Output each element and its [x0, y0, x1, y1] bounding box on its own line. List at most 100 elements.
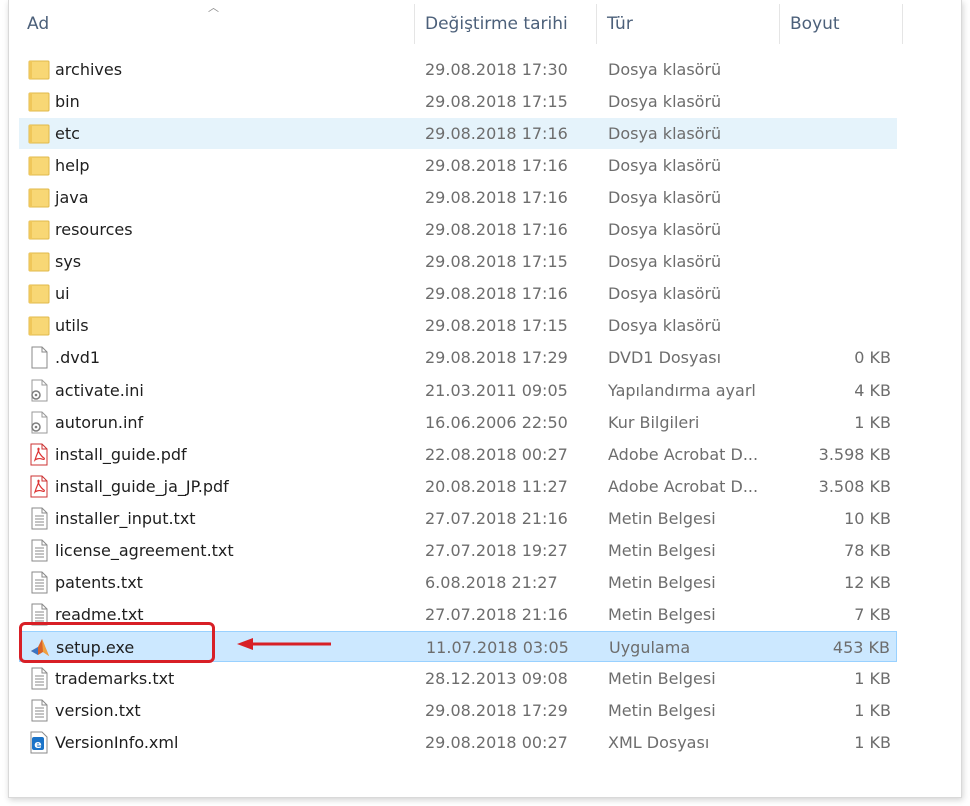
column-header-name[interactable]: Ad [27, 0, 49, 48]
file-name: install_guide_ja_JP.pdf [55, 476, 229, 496]
file-size: 3.508 KB [818, 476, 891, 496]
file-row[interactable]: java 29.08.2018 17:16 Dosya klasörü [19, 182, 897, 213]
blank-file-icon [28, 346, 50, 369]
file-type: DVD1 Dosyası [608, 348, 722, 368]
file-modified-date: 27.07.2018 19:27 [425, 540, 568, 560]
file-row[interactable]: .dvd1 29.08.2018 17:29 DVD1 Dosyası 0 KB [19, 342, 897, 373]
column-header-type[interactable]: Tür [607, 0, 633, 48]
text-file-icon [28, 507, 50, 530]
file-modified-date: 29.08.2018 00:27 [425, 733, 568, 753]
file-row[interactable]: installer_input.txt 27.07.2018 21:16 Metin… [19, 503, 897, 534]
folder-icon [28, 314, 50, 337]
file-type: Dosya klasörü [608, 156, 722, 176]
sort-ascending-icon: ︿ [208, 1, 219, 14]
xml-file-icon: e [28, 731, 50, 754]
file-size: 453 KB [832, 637, 890, 657]
file-modified-date: 6.08.2018 21:27 [425, 572, 558, 592]
file-modified-date: 29.08.2018 17:30 [425, 60, 568, 79]
file-name: ui [55, 284, 70, 304]
file-modified-date: 29.08.2018 17:16 [425, 220, 568, 240]
file-name: etc [55, 124, 80, 144]
file-name: autorun.inf [55, 412, 144, 432]
folder-icon [28, 250, 50, 273]
file-modified-date: 11.07.2018 03:05 [426, 637, 569, 657]
file-name: license_agreement.txt [55, 540, 234, 560]
file-row[interactable]: e VersionInfo.xml 29.08.2018 00:27 XML Dosy… [19, 727, 897, 758]
file-explorer-window: Ad ︿ Değiştirme tarihi Tür Boyut archive… [8, 0, 962, 798]
file-name: trademarks.txt [55, 668, 175, 688]
file-name: help [55, 156, 90, 176]
file-name: utils [55, 316, 89, 336]
folder-icon [28, 186, 50, 209]
file-size: 3.598 KB [818, 444, 891, 464]
svg-text:e: e [34, 738, 41, 751]
text-file-icon [28, 571, 50, 594]
file-type: Metin Belgesi [608, 540, 716, 560]
file-name: activate.ini [55, 380, 144, 400]
file-row[interactable]: etc 29.08.2018 17:16 Dosya klasörü [19, 118, 897, 150]
text-file-icon [28, 539, 50, 562]
file-row[interactable]: resources 29.08.2018 17:16 Dosya klasörü [19, 214, 897, 245]
file-type: Dosya klasörü [608, 284, 722, 304]
file-row[interactable]: install_guide.pdf 22.08.2018 00:27 Adobe A… [19, 439, 897, 470]
file-row[interactable]: license_agreement.txt 27.07.2018 19:27 Met… [19, 535, 897, 566]
file-row[interactable]: sys 29.08.2018 17:15 Dosya klasörü [19, 246, 897, 277]
column-header-modified[interactable]: Değiştirme tarihi [425, 0, 568, 48]
file-modified-date: 29.08.2018 17:16 [425, 156, 568, 176]
annotation-highlight-box [19, 622, 215, 663]
text-file-icon [28, 699, 50, 722]
file-row[interactable]: ui 29.08.2018 17:16 Dosya klasörü [19, 278, 897, 309]
file-type: Metin Belgesi [608, 572, 716, 592]
column-divider[interactable] [902, 4, 903, 44]
file-row[interactable]: install_guide_ja_JP.pdf 20.08.2018 11:27 A… [19, 471, 897, 502]
file-size: 1 KB [854, 701, 891, 720]
file-size: 1 KB [854, 733, 891, 753]
annotation-arrow-icon [237, 638, 331, 650]
file-row[interactable]: autorun.inf 16.06.2006 22:50 Kur Bilgileri… [19, 407, 897, 438]
file-type: Uygulama [609, 637, 691, 657]
file-row[interactable]: activate.ini 21.03.2011 09:05 Yapılandırma… [19, 375, 897, 406]
file-type: Dosya klasörü [608, 92, 722, 112]
folder-icon [28, 122, 50, 145]
file-type: Kur Bilgileri [608, 412, 700, 432]
file-row[interactable]: utils 29.08.2018 17:15 Dosya klasörü [19, 310, 897, 341]
column-header-bar: Ad ︿ Değiştirme tarihi Tür Boyut [9, 0, 961, 48]
file-row[interactable]: patents.txt 6.08.2018 21:27 Metin Belgesi 1… [19, 567, 897, 598]
file-row[interactable]: archives 29.08.2018 17:30 Dosya klasörü [19, 54, 897, 85]
column-divider[interactable] [414, 4, 415, 44]
file-name: install_guide.pdf [55, 444, 187, 464]
file-modified-date: 20.08.2018 11:27 [425, 476, 568, 496]
file-type: Dosya klasörü [608, 124, 722, 144]
file-type: Metin Belgesi [608, 604, 716, 624]
file-row[interactable]: version.txt 29.08.2018 17:29 Metin Belgesi… [19, 695, 897, 726]
file-type: Adobe Acrobat D... [608, 476, 759, 496]
file-name: .dvd1 [55, 348, 101, 368]
column-divider[interactable] [596, 4, 597, 44]
file-name: bin [55, 92, 80, 112]
file-type: Metin Belgesi [608, 668, 716, 688]
file-name: resources [55, 220, 133, 240]
file-size: 1 KB [854, 412, 891, 432]
file-name: sys [55, 252, 82, 272]
file-modified-date: 29.08.2018 17:15 [425, 92, 568, 112]
file-modified-date: 16.06.2006 22:50 [425, 412, 568, 432]
file-type: Metin Belgesi [608, 508, 716, 528]
file-type: Dosya klasörü [608, 252, 722, 272]
file-type: Adobe Acrobat D... [608, 444, 759, 464]
file-row[interactable]: trademarks.txt 28.12.2013 09:08 Metin Belg… [19, 663, 897, 694]
file-type: Dosya klasörü [608, 60, 722, 79]
file-name: patents.txt [55, 572, 143, 592]
text-file-icon [28, 667, 50, 690]
file-type: Metin Belgesi [608, 701, 716, 720]
file-type: Dosya klasörü [608, 188, 722, 208]
file-name: installer_input.txt [55, 508, 196, 528]
file-row[interactable]: bin 29.08.2018 17:15 Dosya klasörü [19, 86, 897, 117]
folder-icon [28, 154, 50, 177]
file-size: 78 KB [844, 540, 891, 560]
column-divider[interactable] [779, 4, 780, 44]
file-modified-date: 29.08.2018 17:16 [425, 284, 568, 304]
file-row[interactable]: help 29.08.2018 17:16 Dosya klasörü [19, 150, 897, 181]
file-modified-date: 27.07.2018 21:16 [425, 604, 568, 624]
column-header-size[interactable]: Boyut [790, 0, 840, 48]
file-size: 0 KB [854, 348, 891, 368]
